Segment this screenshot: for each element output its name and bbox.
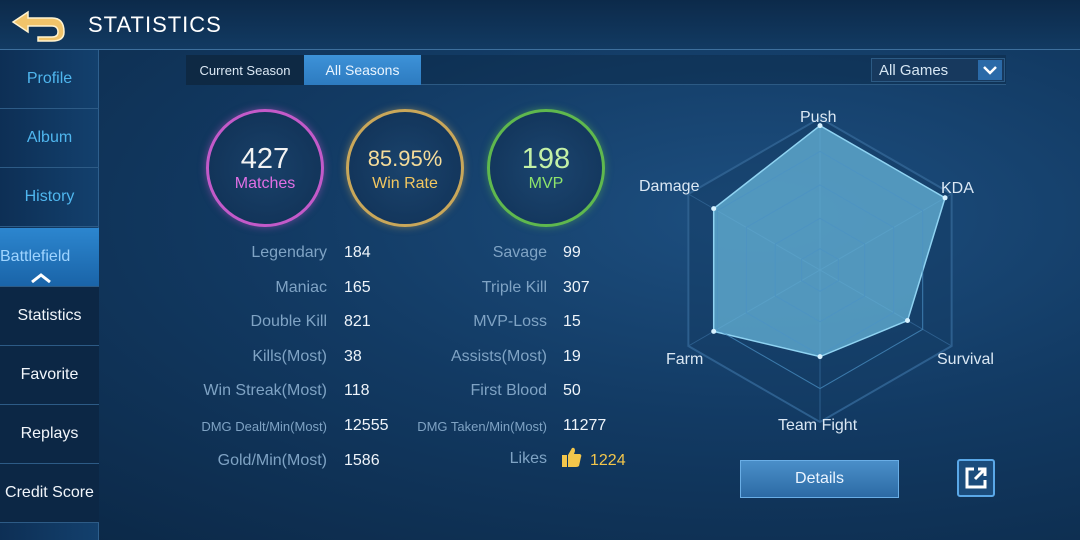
win-rate-value: 85.95% — [367, 146, 443, 171]
stat-value-savage: 99 — [563, 244, 581, 261]
win-rate-ring: 85.95% Win Rate — [346, 109, 464, 227]
sidebar-item-label: Statistics — [17, 307, 82, 324]
thumbs-up-icon — [562, 447, 582, 467]
radar-point — [711, 206, 717, 212]
stat-label-win-streak-most: Win Streak(Most) — [203, 382, 327, 399]
sidebar-item-label: Profile — [26, 70, 73, 87]
stat-value-dmg-taken-min-most: 11277 — [563, 417, 607, 434]
radar-axis-label: Team Fight — [778, 417, 858, 434]
sidebar-item-label: Replays — [20, 425, 79, 442]
radar-axis-label: Survival — [937, 351, 994, 368]
stat-label-double-kill: Double Kill — [250, 313, 327, 330]
sidebar-item-label: Album — [26, 129, 73, 146]
chevron-up-icon — [31, 273, 51, 283]
stat-value-dmg-dealt-min-most: 12555 — [344, 417, 389, 434]
stat-label-dmg-taken-min-most: DMG Taken/Min(Most) — [417, 419, 547, 434]
sidebar-item-history[interactable]: History — [0, 168, 99, 227]
stat-value-kills-most: 38 — [344, 348, 362, 365]
sidebar-item-credit-score[interactable]: Credit Score — [0, 464, 99, 523]
matches-value: 427 — [240, 143, 290, 175]
win-rate-label: Win Rate — [372, 175, 438, 192]
chevron-down-icon — [978, 60, 1002, 80]
stat-value-win-streak-most: 118 — [344, 382, 370, 399]
stat-value-triple-kill: 307 — [563, 279, 590, 296]
radar-svg — [687, 116, 953, 424]
mvp-value: 198 — [521, 143, 571, 175]
stat-label-first-blood: First Blood — [470, 382, 547, 399]
sidebar-item-label: History — [24, 188, 75, 205]
matches-label: Matches — [234, 175, 296, 192]
sidebar-item-replays[interactable]: Replays — [0, 405, 99, 464]
stat-label-assists-most: Assists(Most) — [451, 348, 547, 365]
tab-current-season[interactable]: Current Season — [186, 55, 304, 85]
radar-point — [711, 328, 717, 334]
details-button[interactable]: Details — [740, 460, 899, 498]
stat-value-gold-min-most: 1586 — [344, 452, 380, 469]
stat-label-dmg-dealt-min-most: DMG Dealt/Min(Most) — [201, 419, 327, 434]
radar-axis-label: Damage — [639, 178, 700, 195]
page-title: STATISTICS — [88, 12, 222, 37]
radar-chart: Push KDA Survival Team Fight Farm Damage — [620, 100, 1020, 450]
stat-label-kills-most: Kills(Most) — [252, 348, 327, 365]
sidebar-item-label: Favorite — [20, 366, 79, 383]
dropdown-value: All Games — [879, 62, 949, 79]
radar-axis-label: Push — [800, 109, 837, 126]
stat-value-double-kill: 821 — [344, 313, 371, 330]
external-link-icon — [965, 467, 987, 489]
mvp-ring: 198 MVP — [487, 109, 605, 227]
stat-value-maniac: 165 — [344, 279, 371, 296]
stat-label-likes: Likes — [509, 450, 547, 467]
stat-value-first-blood: 50 — [563, 382, 581, 399]
back-button[interactable] — [8, 6, 68, 44]
stat-value-likes: 1224 — [590, 452, 626, 469]
radar-point — [905, 318, 911, 324]
game-mode-dropdown[interactable]: All Games — [871, 58, 1005, 82]
sidebar-item-album[interactable]: Album — [0, 109, 99, 168]
stat-value-mvp-loss: 15 — [563, 313, 581, 330]
sidebar-item-battlefield[interactable]: Battlefield — [0, 228, 99, 287]
radar-axis-label: Farm — [666, 351, 704, 368]
sidebar-item-profile[interactable]: Profile — [0, 50, 99, 109]
sidebar-item-favorite[interactable]: Favorite — [0, 346, 99, 405]
radar-axis-label: KDA — [941, 180, 974, 197]
stat-label-triple-kill: Triple Kill — [481, 279, 547, 296]
sidebar-item-statistics[interactable]: Statistics — [0, 287, 99, 346]
share-button[interactable] — [957, 459, 995, 497]
matches-ring: 427 Matches — [206, 109, 324, 227]
stat-label-gold-min-most: Gold/Min(Most) — [217, 452, 327, 469]
stat-value-legendary: 184 — [344, 244, 371, 261]
tab-all-seasons[interactable]: All Seasons — [304, 55, 421, 85]
mvp-label: MVP — [528, 175, 564, 192]
radar-point — [817, 354, 823, 360]
sidebar-item-label: Credit Score — [5, 484, 94, 501]
back-arrow-icon — [11, 10, 65, 42]
stat-label-legendary: Legendary — [251, 244, 327, 261]
stat-value-assists-most: 19 — [563, 348, 581, 365]
stat-label-maniac: Maniac — [275, 279, 327, 296]
sidebar-item-label: Battlefield — [0, 248, 71, 265]
stat-label-mvp-loss: MVP-Loss — [473, 313, 547, 330]
sidebar: Profile Album History Battlefield Statis… — [0, 50, 99, 540]
stat-label-savage: Savage — [492, 244, 547, 261]
top-bar: STATISTICS — [0, 0, 1080, 50]
